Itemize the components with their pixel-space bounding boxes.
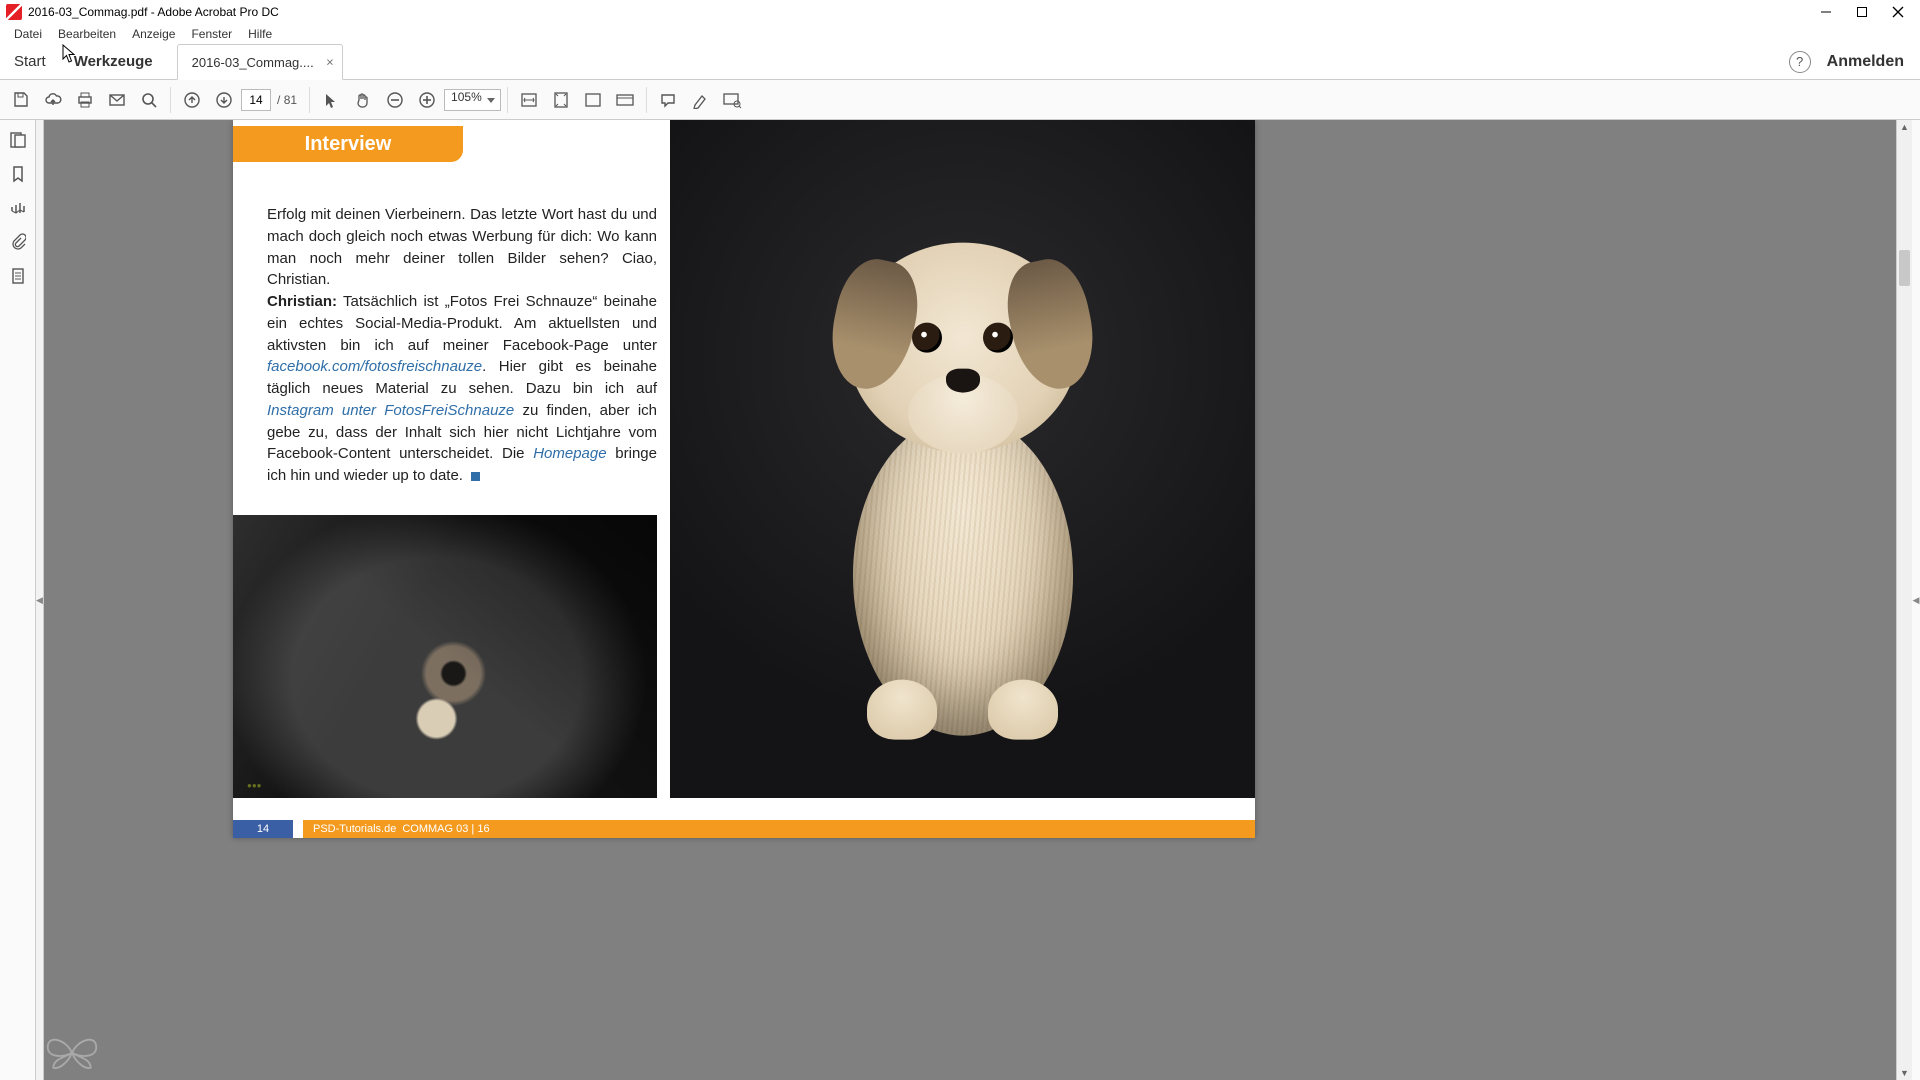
fit-width-icon[interactable] <box>514 85 544 115</box>
cloud-icon[interactable] <box>38 85 68 115</box>
link-facebook[interactable]: facebook.com/fotosfreischnauze <box>267 358 482 375</box>
pdf-page: Interview Erfolg mit deinen Vierbeinern.… <box>233 120 1255 838</box>
menu-datei[interactable]: Datei <box>6 25 50 43</box>
read-mode-icon[interactable] <box>610 85 640 115</box>
article-body: Erfolg mit deinen Vierbeinern. Das letzt… <box>267 204 657 487</box>
pages-icon[interactable] <box>8 266 28 286</box>
tab-document-label: 2016-03_Commag.... <box>192 55 314 70</box>
left-sidebar <box>0 120 36 1080</box>
bookmark-icon[interactable] <box>8 164 28 184</box>
footer-page-number: 14 <box>233 820 293 838</box>
main-area: ◀ Interview Erfolg mit deinen Vierbeiner… <box>0 120 1920 1080</box>
menubar: Datei Bearbeiten Anzeige Fenster Hilfe <box>0 24 1920 44</box>
page-footer: 14 PSD-Tutorials.de COMMAG 03 | 16 <box>233 820 1255 838</box>
hand-icon[interactable] <box>348 85 378 115</box>
search-icon[interactable] <box>134 85 164 115</box>
menu-bearbeiten[interactable]: Bearbeiten <box>50 25 124 43</box>
highlight-icon[interactable] <box>685 85 715 115</box>
document-viewer[interactable]: Interview Erfolg mit deinen Vierbeinern.… <box>44 120 1896 1080</box>
minimize-button[interactable] <box>1808 1 1844 23</box>
menu-anzeige[interactable]: Anzeige <box>124 25 183 43</box>
select-arrow-icon[interactable] <box>316 85 346 115</box>
page-total-label: / 81 <box>277 93 297 107</box>
app-icon <box>6 4 22 20</box>
tab-document[interactable]: 2016-03_Commag.... × <box>177 44 343 80</box>
titlebar: 2016-03_Commag.pdf - Adobe Acrobat Pro D… <box>0 0 1920 24</box>
save-icon[interactable] <box>6 85 36 115</box>
attachment-icon[interactable] <box>8 232 28 252</box>
page-up-icon[interactable] <box>177 85 207 115</box>
section-banner: Interview <box>233 126 463 162</box>
end-square-icon <box>471 472 480 481</box>
tab-werkzeuge[interactable]: Werkzeuge <box>60 44 167 79</box>
window-controls <box>1808 1 1916 23</box>
question-text: Erfolg mit deinen Vierbeinern. Das letzt… <box>267 206 657 288</box>
toolbar: / 81 105% <box>0 80 1920 120</box>
fit-page-icon[interactable] <box>546 85 576 115</box>
help-icon[interactable]: ? <box>1789 51 1811 73</box>
menu-hilfe[interactable]: Hilfe <box>240 25 280 43</box>
tabs-row: Start Werkzeuge 2016-03_Commag.... × ? A… <box>0 44 1920 80</box>
zoom-value: 105% <box>451 90 482 104</box>
fullscreen-icon[interactable] <box>578 85 608 115</box>
zoom-out-icon[interactable] <box>380 85 410 115</box>
sign-icon[interactable] <box>717 85 747 115</box>
comment-icon[interactable] <box>653 85 683 115</box>
scroll-down-icon[interactable]: ▼ <box>1897 1068 1912 1078</box>
butterfly-watermark-icon <box>44 1026 100 1074</box>
footer-issue: COMMAG 03 | 16 <box>402 823 489 835</box>
maximize-button[interactable] <box>1844 1 1880 23</box>
page-number-input[interactable] <box>241 89 271 111</box>
zoom-in-icon[interactable] <box>412 85 442 115</box>
mail-icon[interactable] <box>102 85 132 115</box>
answer-name: Christian: <box>267 293 337 310</box>
right-collapse-handle[interactable]: ◀ <box>1912 120 1920 1080</box>
page-down-icon[interactable] <box>209 85 239 115</box>
photo-pug-hood: ●●● <box>233 515 657 798</box>
photo-shihtzu <box>670 120 1255 798</box>
signin-link[interactable]: Anmelden <box>1827 53 1904 71</box>
link-homepage[interactable]: Homepage <box>533 445 606 462</box>
close-button[interactable] <box>1880 1 1916 23</box>
print-icon[interactable] <box>70 85 100 115</box>
layers-icon[interactable] <box>8 198 28 218</box>
thumbnails-icon[interactable] <box>8 130 28 150</box>
vertical-scrollbar[interactable]: ▲ ▼ <box>1896 120 1912 1080</box>
left-collapse-handle[interactable]: ◀ <box>36 120 44 1080</box>
tab-start[interactable]: Start <box>0 44 60 79</box>
window-title: 2016-03_Commag.pdf - Adobe Acrobat Pro D… <box>28 5 279 19</box>
zoom-select[interactable]: 105% <box>444 89 501 111</box>
menu-fenster[interactable]: Fenster <box>183 25 240 43</box>
scroll-up-icon[interactable]: ▲ <box>1897 122 1912 132</box>
footer-site: PSD-Tutorials.de <box>313 823 396 835</box>
link-instagram[interactable]: Instagram unter FotosFreiSchnauze <box>267 402 514 419</box>
scroll-thumb[interactable] <box>1899 250 1910 286</box>
tab-close-icon[interactable]: × <box>326 55 334 70</box>
